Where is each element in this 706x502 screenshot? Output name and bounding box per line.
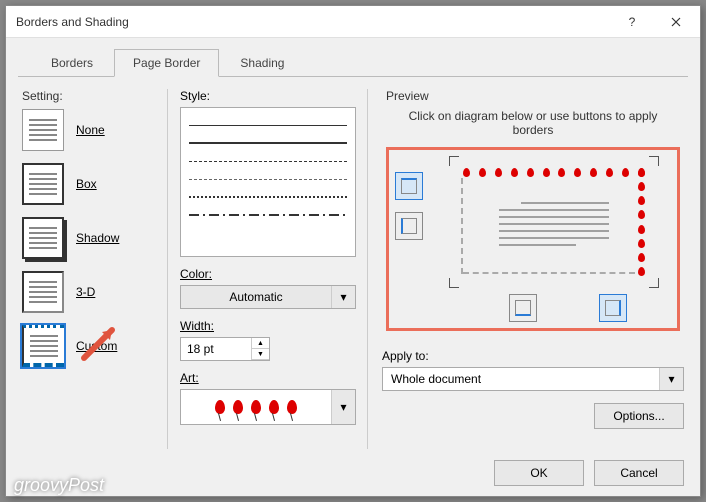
art-border-right-icon (638, 168, 645, 276)
spin-buttons: ▲ ▼ (251, 338, 269, 360)
setting-column: Setting: None Box Shadow 3-D (22, 89, 157, 449)
thumb-shadow-icon (22, 217, 64, 259)
setting-label: Setting: (22, 89, 157, 103)
style-label: Style: (180, 89, 357, 103)
content-area: Setting: None Box Shadow 3-D (6, 77, 700, 449)
chevron-down-icon: ▾ (659, 368, 683, 390)
setting-list: None Box Shadow 3-D Custom (22, 109, 157, 367)
color-label: Color: (180, 267, 357, 281)
setting-option-3d[interactable]: 3-D (22, 271, 157, 313)
apply-to-value: Whole document (383, 368, 659, 390)
color-combo[interactable]: Automatic ▾ (180, 285, 356, 309)
art-label: Art: (180, 371, 357, 385)
width-label: Width: (180, 319, 357, 333)
setting-label-3d: 3-D (76, 285, 95, 299)
chevron-down-icon: ▾ (331, 390, 355, 424)
thumb-none-icon (22, 109, 64, 151)
dash-border-bottom-icon (463, 272, 635, 274)
preview-label: Preview (382, 89, 433, 103)
spin-down-icon[interactable]: ▼ (252, 349, 269, 360)
thumb-custom-icon (22, 325, 64, 367)
dialog-footer: OK Cancel (6, 449, 700, 496)
thumb-box-icon (22, 163, 64, 205)
page-preview (449, 156, 659, 288)
setting-label-custom: Custom (76, 339, 117, 353)
preview-hint: Click on diagram below or use buttons to… (402, 109, 664, 137)
apply-to-label: Apply to: (382, 349, 684, 363)
art-border-top-icon (463, 168, 645, 177)
ok-button[interactable]: OK (494, 460, 584, 486)
thumb-3d-icon (22, 271, 64, 313)
art-preview (181, 390, 331, 424)
setting-option-box[interactable]: Box (22, 163, 157, 205)
setting-option-custom[interactable]: Custom (22, 325, 157, 367)
balloon-icon (233, 400, 243, 414)
tab-shading[interactable]: Shading (221, 49, 303, 77)
options-button[interactable]: Options... (594, 403, 684, 429)
close-button[interactable] (654, 7, 698, 37)
balloon-icon (251, 400, 261, 414)
help-button[interactable]: ? (610, 7, 654, 37)
dash-border-left-icon (461, 178, 463, 274)
border-right-button[interactable] (599, 294, 627, 322)
balloon-icon (269, 400, 279, 414)
spin-up-icon[interactable]: ▲ (252, 338, 269, 349)
preview-diagram[interactable] (386, 147, 680, 331)
preview-column: Preview Click on diagram below or use bu… (367, 89, 684, 449)
dialog-title: Borders and Shading (16, 15, 610, 29)
setting-label-none: None (76, 123, 105, 137)
apply-to-combo[interactable]: Whole document ▾ (382, 367, 684, 391)
art-combo[interactable]: ▾ (180, 389, 356, 425)
setting-option-none[interactable]: None (22, 109, 157, 151)
color-value: Automatic (181, 286, 331, 308)
width-value: 18 pt (181, 338, 251, 360)
setting-option-shadow[interactable]: Shadow (22, 217, 157, 259)
titlebar: Borders and Shading ? (6, 6, 700, 38)
preview-group: Preview Click on diagram below or use bu… (382, 89, 684, 339)
border-left-button[interactable] (395, 212, 423, 240)
options-row: Options... (382, 403, 684, 429)
cancel-button[interactable]: Cancel (594, 460, 684, 486)
balloon-icon (215, 400, 225, 414)
tab-page-border[interactable]: Page Border (114, 49, 219, 77)
width-spin[interactable]: 18 pt ▲ ▼ (180, 337, 270, 361)
setting-label-box: Box (76, 177, 97, 191)
border-bottom-button[interactable] (509, 294, 537, 322)
setting-label-shadow: Shadow (76, 231, 119, 245)
close-icon (671, 17, 681, 27)
style-list[interactable] (180, 107, 356, 257)
paragraph-lines-icon (499, 202, 609, 251)
borders-and-shading-dialog: Borders and Shading ? Borders Page Borde… (5, 5, 701, 497)
border-top-button[interactable] (395, 172, 423, 200)
chevron-down-icon: ▾ (331, 286, 355, 308)
balloon-icon (287, 400, 297, 414)
tab-borders[interactable]: Borders (32, 49, 112, 77)
style-column: Style: Color: Automatic ▾ Width: 18 pt ▲… (167, 89, 357, 449)
tabs: Borders Page Border Shading (18, 38, 688, 77)
